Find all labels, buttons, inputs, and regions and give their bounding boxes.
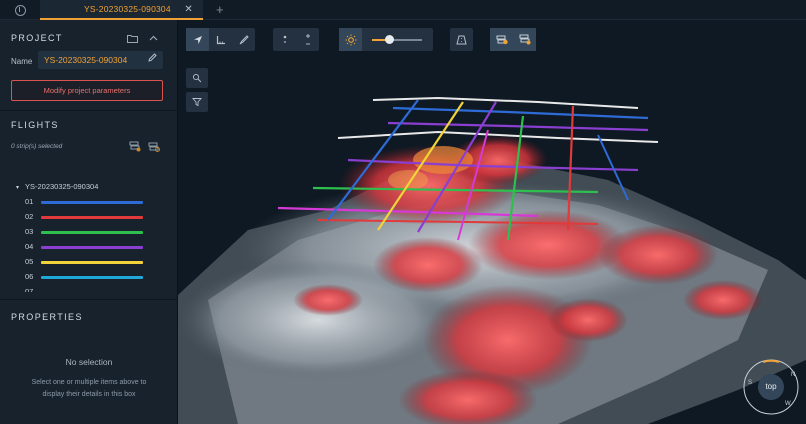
brush-icon[interactable] bbox=[232, 28, 255, 51]
selection-hint: Select one or multiple items above to di… bbox=[16, 377, 162, 401]
add-tab-button[interactable]: + bbox=[216, 2, 224, 17]
tool-group-layers bbox=[490, 28, 536, 51]
project-section-title: PROJECT bbox=[11, 33, 63, 43]
layers-hide-icon[interactable] bbox=[146, 138, 162, 154]
compass-widget[interactable]: top N S W bbox=[742, 358, 800, 416]
strip-color-bar bbox=[41, 276, 143, 279]
sidebar: PROJECT Name YS-20230325-090304 Modify p… bbox=[0, 20, 178, 424]
brightness-slider-thumb[interactable] bbox=[385, 35, 394, 44]
select-cursor-icon[interactable] bbox=[186, 28, 209, 51]
selection-hint-line: display their details in this box bbox=[42, 391, 136, 398]
selection-hint-line: Select one or multiple items above to bbox=[31, 379, 147, 386]
properties-section-title: PROPERTIES bbox=[11, 312, 83, 322]
close-icon[interactable]: ✕ bbox=[184, 4, 193, 15]
tool-group-view bbox=[450, 28, 473, 51]
strip-label: 05 bbox=[25, 257, 34, 266]
compass-n-label: N bbox=[791, 372, 796, 378]
strip-row[interactable]: 04 bbox=[25, 242, 155, 252]
strip-row[interactable]: 01 bbox=[25, 197, 155, 207]
strip-label: 07 bbox=[25, 287, 34, 292]
point-cloud-viewport[interactable]: top N S W bbox=[178, 20, 806, 424]
tool-group-zoom bbox=[273, 28, 319, 51]
strip-label: 06 bbox=[25, 272, 34, 281]
compass-w-label: W bbox=[785, 401, 791, 407]
compass-top-label[interactable]: top bbox=[762, 382, 780, 391]
filter-icon[interactable] bbox=[186, 92, 208, 112]
strip-label: 04 bbox=[25, 242, 34, 251]
flight-tree-root[interactable]: ▾ YS-20230325-090304 bbox=[16, 182, 98, 191]
modify-project-button[interactable]: Modify project parameters bbox=[11, 80, 163, 101]
brightness-control bbox=[339, 28, 433, 51]
tab-bar: YS-20230325-090304 ✕ + bbox=[0, 0, 806, 20]
project-name-field[interactable]: YS-20230325-090304 bbox=[38, 51, 163, 69]
layers-color-icon[interactable] bbox=[490, 28, 513, 51]
chevron-up-icon[interactable] bbox=[145, 30, 161, 46]
strip-color-bar bbox=[41, 201, 143, 204]
strip-row[interactable]: 05 bbox=[25, 257, 155, 267]
measure-icon[interactable] bbox=[209, 28, 232, 51]
power-icon[interactable] bbox=[0, 0, 40, 20]
pencil-icon[interactable] bbox=[148, 53, 157, 64]
strip-row[interactable]: 02 bbox=[25, 212, 155, 222]
divider bbox=[0, 110, 178, 111]
strips-selected-count: 0 strip(s) selected bbox=[11, 143, 63, 150]
point-cloud-scene bbox=[178, 96, 806, 424]
road-view-icon[interactable] bbox=[450, 28, 473, 51]
strip-color-bar bbox=[41, 246, 143, 249]
plus-minus-icon[interactable] bbox=[296, 28, 319, 51]
collapse-caret-icon[interactable]: ▾ bbox=[16, 185, 19, 191]
layers-strip-icon[interactable] bbox=[513, 28, 536, 51]
flight-name: YS-20230325-090304 bbox=[24, 182, 99, 191]
strip-label: 02 bbox=[25, 212, 34, 221]
strip-color-bar bbox=[41, 231, 143, 234]
strip-row[interactable]: 07 bbox=[25, 287, 155, 292]
lasso-select-icon[interactable] bbox=[186, 68, 208, 88]
no-selection-text: No selection bbox=[65, 357, 113, 367]
strip-row[interactable]: 06 bbox=[25, 272, 155, 282]
compass-s-label: S bbox=[748, 380, 753, 386]
sun-icon[interactable] bbox=[339, 28, 362, 51]
divider bbox=[0, 299, 178, 300]
flights-section-title: FLIGHTS bbox=[11, 120, 59, 130]
name-label: Name bbox=[11, 57, 33, 66]
strip-color-bar bbox=[41, 261, 143, 264]
strip-color-bar bbox=[41, 216, 143, 219]
tool-group-navigation bbox=[186, 28, 255, 51]
layers-icon[interactable] bbox=[127, 138, 143, 154]
folder-icon[interactable] bbox=[124, 30, 140, 46]
strip-row[interactable]: 03 bbox=[25, 227, 155, 237]
point-size-icon[interactable] bbox=[273, 28, 296, 51]
strip-label: 01 bbox=[25, 197, 34, 206]
strip-label: 03 bbox=[25, 227, 34, 236]
tab-project-label: YS-20230325-090304 bbox=[84, 4, 171, 14]
tab-project[interactable]: YS-20230325-090304 ✕ bbox=[40, 0, 203, 20]
